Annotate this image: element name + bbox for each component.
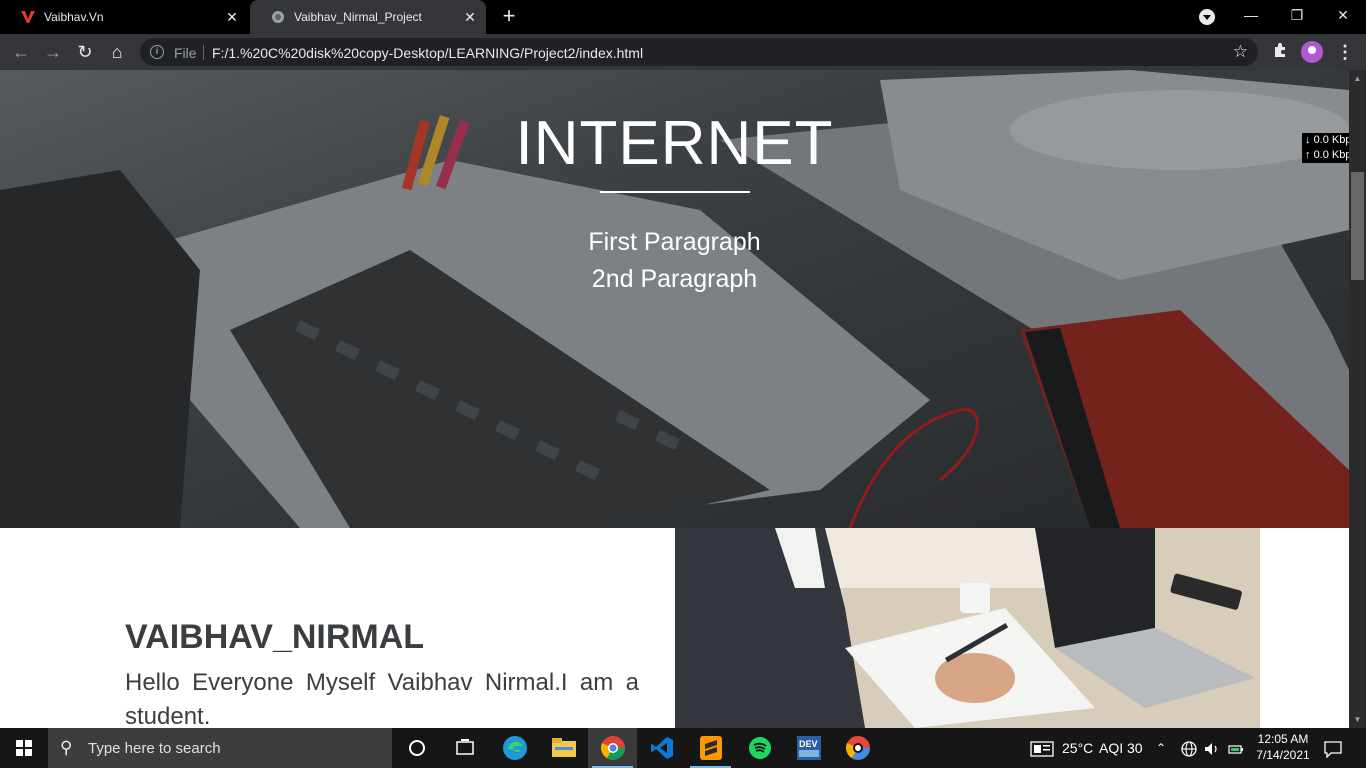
upload-arrow-icon: ↑ [1305, 149, 1311, 161]
about-text: Hello Everyone Myself Vaibhav Nirmal.I a… [125, 669, 639, 728]
tab-title: Vaibhav.Vn [44, 10, 104, 24]
about-section: VAIBHAV_NIRMAL Hello Everyone Myself Vai… [0, 528, 1349, 728]
network-icon[interactable] [1181, 728, 1197, 768]
news-icon[interactable] [1030, 728, 1054, 768]
cortana-icon[interactable] [392, 728, 441, 768]
forward-icon[interactable]: → [42, 42, 64, 62]
browser-tabstrip: Vaibhav.Vn ✕ Vaibhav_Nirmal_Project ✕ + … [0, 0, 1366, 34]
url-text[interactable]: F:/1.%20C%20disk%20copy-Desktop/LEARNING… [212, 45, 643, 61]
devc-icon[interactable]: DEV [784, 728, 833, 768]
file-explorer-icon[interactable] [539, 728, 588, 768]
download-arrow-icon: ↓ [1305, 134, 1311, 146]
home-icon[interactable]: ⌂ [106, 42, 128, 62]
windows-taskbar: ⚲ Type here to search DEV 25°C AQI 30 ⌃ … [0, 728, 1366, 768]
browser-toolbar: ← → ↻ ⌂ i File F:/1.%20C%20disk%20copy-D… [0, 34, 1366, 70]
profile-avatar[interactable] [1301, 41, 1323, 63]
close-tab-icon[interactable]: ✕ [224, 9, 240, 25]
bookmark-star-icon[interactable]: ☆ [1233, 42, 1248, 62]
reload-icon[interactable]: ↻ [74, 42, 96, 62]
clock-time: 12:05 AM [1257, 732, 1309, 746]
hero-divider [600, 191, 750, 193]
hero-paragraph-1: First Paragraph [588, 228, 761, 256]
aqi-label[interactable]: AQI 30 [1099, 728, 1143, 768]
about-heading: VAIBHAV_NIRMAL [125, 618, 425, 656]
tab-search-icon[interactable] [1199, 9, 1215, 25]
task-view-icon[interactable] [440, 728, 489, 768]
vscode-icon[interactable] [637, 728, 686, 768]
tab-vaibhav-nirmal-project[interactable]: Vaibhav_Nirmal_Project ✕ [250, 0, 486, 34]
chevron-up-icon[interactable]: ⌃ [1156, 728, 1166, 768]
divider [203, 45, 204, 60]
clock-date: 7/14/2021 [1256, 748, 1310, 762]
windows-start-icon[interactable] [0, 728, 48, 768]
info-icon[interactable]: i [150, 45, 164, 59]
new-tab-button[interactable]: + [498, 5, 520, 28]
tab-vaibhav-vn[interactable]: Vaibhav.Vn ✕ [0, 0, 248, 34]
sublime-icon[interactable] [686, 728, 735, 768]
svg-text:DEV: DEV [799, 739, 818, 749]
about-image [675, 528, 1260, 728]
minimize-icon[interactable]: — [1228, 0, 1274, 30]
office-photo [675, 528, 1260, 728]
scroll-down-icon[interactable]: ▼ [1349, 711, 1366, 728]
hero-paragraph-2: 2nd Paragraph [591, 265, 758, 293]
vaibhav-logo-icon [20, 9, 36, 25]
search-icon: ⚲ [60, 738, 73, 757]
notifications-icon[interactable] [1324, 728, 1342, 768]
edge-icon[interactable] [490, 728, 539, 768]
taskbar-search[interactable]: ⚲ Type here to search [48, 728, 392, 768]
hero-section: INTERNET First Paragraph 2nd Paragraph [0, 70, 1349, 528]
weather-temp[interactable]: 25°C [1062, 728, 1093, 768]
restore-icon[interactable]: ❐ [1274, 0, 1320, 30]
extensions-icon[interactable] [1270, 42, 1290, 62]
globe-icon [270, 9, 286, 25]
volume-icon[interactable] [1204, 728, 1220, 768]
close-window-icon[interactable]: ✕ [1320, 0, 1366, 30]
tab-title: Vaibhav_Nirmal_Project [294, 10, 422, 24]
spotify-icon[interactable] [735, 728, 784, 768]
clock[interactable]: 12:05 AM 7/14/2021 [1248, 731, 1318, 763]
back-icon[interactable]: ← [10, 42, 32, 62]
scheme-label: File [174, 45, 197, 61]
search-placeholder[interactable]: Type here to search [88, 740, 221, 757]
address-bar[interactable]: i File F:/1.%20C%20disk%20copy-Desktop/L… [140, 38, 1258, 66]
scroll-up-icon[interactable]: ▲ [1349, 70, 1366, 87]
hero-title: INTERNET [515, 109, 834, 178]
chrome-icon[interactable] [588, 728, 637, 768]
battery-icon[interactable] [1228, 728, 1244, 768]
close-tab-icon[interactable]: ✕ [462, 9, 478, 25]
more-menu-icon[interactable]: ⋮ [1336, 42, 1354, 62]
scrollbar-thumb[interactable] [1351, 172, 1364, 280]
chromium-icon[interactable] [833, 728, 882, 768]
page-scrollbar[interactable]: ▲ ▼ [1349, 70, 1366, 728]
page-viewport: INTERNET First Paragraph 2nd Paragraph V… [0, 70, 1349, 728]
